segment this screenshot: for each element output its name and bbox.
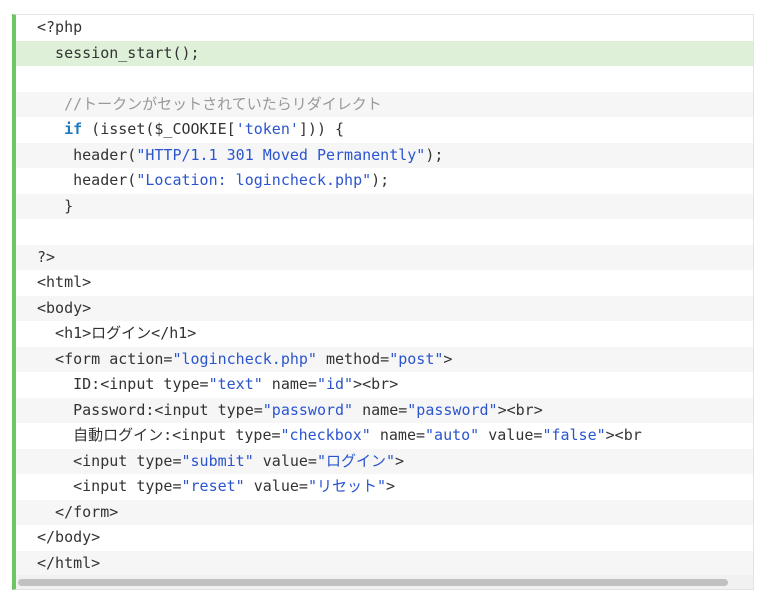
code-token-plain: session_start(); bbox=[37, 43, 200, 62]
code-block: <?php session_start(); //トークンがセットされていたらリ… bbox=[12, 14, 754, 590]
code-line: <form action="logincheck.php" method="po… bbox=[16, 346, 753, 372]
code-line: header("Location: logincheck.php"); bbox=[16, 168, 753, 194]
horizontal-scrollbar[interactable] bbox=[16, 575, 753, 589]
code-token-string: "id" bbox=[316, 375, 354, 393]
code-token-plain: <h1>ログイン</h1> bbox=[37, 324, 197, 342]
code-lines: <?php session_start(); //トークンがセットされていたらリ… bbox=[16, 15, 753, 576]
code-line: </form> bbox=[16, 499, 753, 525]
code-line: <h1>ログイン</h1> bbox=[16, 321, 753, 347]
code-token-plain: ); bbox=[371, 171, 390, 189]
code-token-plain: value= bbox=[244, 477, 308, 495]
code-line: </body> bbox=[16, 525, 753, 551]
code-token-plain: ><br> bbox=[497, 400, 543, 419]
code-token-plain: <html> bbox=[37, 273, 92, 291]
code-line: <input type="reset" value="リセット"> bbox=[16, 474, 753, 500]
code-line: ID:<input type="text" name="id"><br> bbox=[16, 372, 753, 398]
code-token-plain: <input type= bbox=[37, 451, 182, 470]
scrollbar-thumb[interactable] bbox=[18, 579, 728, 586]
code-token-plain: </html> bbox=[37, 553, 101, 572]
code-token-plain: } bbox=[37, 196, 74, 215]
code-token-plain: ])) { bbox=[298, 120, 345, 138]
code-token-string: "text" bbox=[208, 375, 263, 393]
code-token-plain: <input type= bbox=[37, 477, 182, 495]
code-line: Password:<input type="password" name="pa… bbox=[16, 397, 753, 423]
code-token-plain: value= bbox=[253, 451, 317, 470]
code-token-plain: Password:<input type= bbox=[37, 400, 263, 419]
code-token-plain: ); bbox=[425, 145, 444, 164]
code-line: <html> bbox=[16, 270, 753, 296]
code-token-string: "post" bbox=[389, 349, 444, 368]
code-token-plain: > bbox=[386, 477, 396, 495]
code-line: <body> bbox=[16, 295, 753, 321]
code-token-string: "ログイン" bbox=[316, 451, 396, 470]
code-token-string: "リセット" bbox=[307, 477, 386, 495]
code-token-string: "Location: logincheck.php" bbox=[136, 171, 372, 189]
code-token-comment: //トークンがセットされていたらリダイレクト bbox=[37, 94, 382, 113]
code-token-string: "password" bbox=[407, 400, 498, 419]
code-token-string: "logincheck.php" bbox=[172, 349, 317, 368]
code-token-plain: ><br> bbox=[353, 375, 399, 393]
code-token-plain: header( bbox=[37, 145, 137, 164]
code-line: session_start(); bbox=[16, 40, 753, 66]
code-token-plain: </form> bbox=[37, 502, 119, 521]
code-token-plain: 自動ログイン:<input type= bbox=[37, 426, 281, 444]
code-line: if (isset($_COOKIE['token'])) { bbox=[16, 117, 753, 143]
code-token-string: "HTTP/1.1 301 Moved Permanently" bbox=[136, 145, 426, 164]
code-token-plain: > bbox=[395, 451, 405, 470]
code-token-string: "auto" bbox=[425, 426, 480, 444]
code-line: <input type="submit" value="ログイン"> bbox=[16, 448, 753, 474]
code-token-plain: method= bbox=[316, 349, 390, 368]
code-line: <?php bbox=[16, 15, 753, 41]
code-token-plain: ><br bbox=[605, 426, 642, 444]
code-token-string: "false" bbox=[542, 426, 606, 444]
code-token-plain: ID:<input type= bbox=[37, 375, 209, 393]
code-token-plain: name= bbox=[353, 400, 408, 419]
code-token-string: "password" bbox=[262, 400, 354, 419]
code-token-plain: <body> bbox=[37, 298, 92, 317]
code-token-plain: header( bbox=[37, 171, 137, 189]
code-token-plain: value= bbox=[479, 426, 543, 444]
code-token-string: "submit" bbox=[181, 451, 254, 470]
code-token-string: "reset" bbox=[181, 477, 245, 495]
code-line: </html> bbox=[16, 550, 753, 576]
code-line: //トークンがセットされていたらリダイレクト bbox=[16, 91, 753, 117]
code-line: 自動ログイン:<input type="checkbox" name="auto… bbox=[16, 423, 753, 449]
code-line: ?> bbox=[16, 244, 753, 270]
code-token-plain: ?> bbox=[37, 247, 56, 266]
code-token-plain: > bbox=[443, 349, 453, 368]
code-token-keyword: if bbox=[64, 120, 83, 138]
code-token-string: "checkbox" bbox=[280, 426, 371, 444]
code-token-plain: </body> bbox=[37, 528, 101, 546]
code-token-plain: <form action= bbox=[37, 349, 173, 368]
code-token-plain: (isset($_COOKIE[ bbox=[82, 120, 236, 138]
code-token-plain: <?php bbox=[37, 18, 83, 36]
code-token-plain: name= bbox=[262, 375, 317, 393]
code-line: } bbox=[16, 193, 753, 219]
code-line: header("HTTP/1.1 301 Moved Permanently")… bbox=[16, 142, 753, 168]
code-token-plain: name= bbox=[370, 426, 426, 444]
code-token-string: 'token' bbox=[235, 120, 299, 138]
